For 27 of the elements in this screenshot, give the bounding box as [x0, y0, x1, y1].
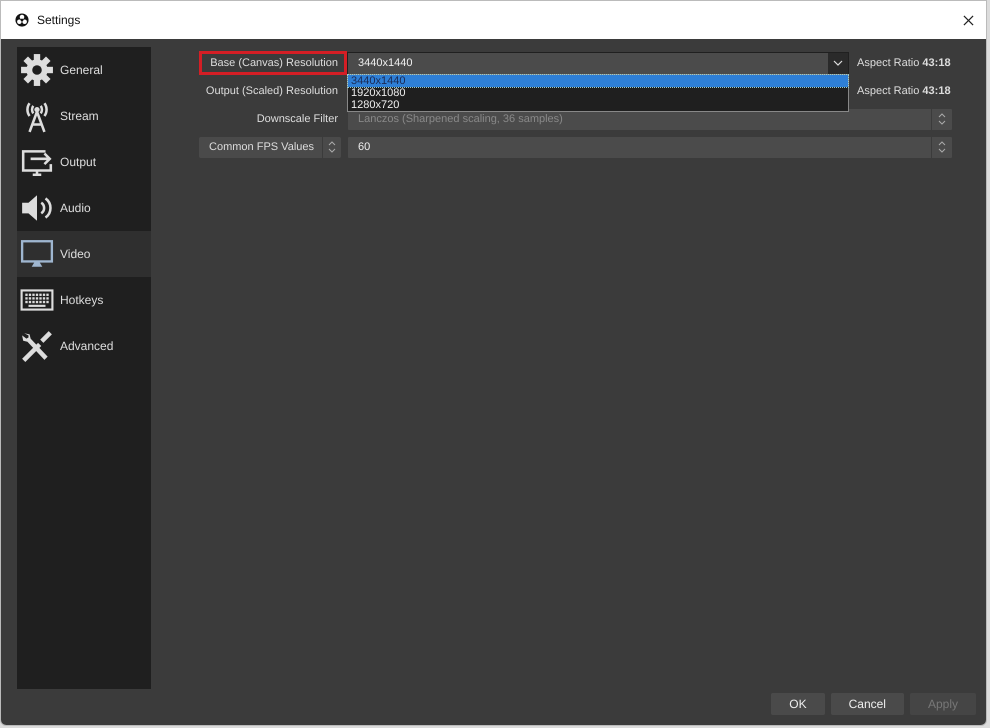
spinner-icon: [938, 140, 946, 154]
sidebar-item[interactable]: Output: [17, 139, 151, 185]
field-label: Base (Canvas) Resolution: [199, 51, 347, 75]
window-title: Settings: [37, 13, 82, 27]
aspect-ratio-text: Aspect Ratio 43:18: [856, 57, 951, 69]
tools-icon: [20, 329, 54, 363]
sidebar-item[interactable]: Stream: [17, 93, 151, 139]
spinner-icon: [328, 140, 336, 154]
sidebar-item[interactable]: Audio: [17, 185, 151, 231]
sidebar-item[interactable]: General: [17, 47, 151, 93]
spinner-icon: [938, 112, 946, 126]
app-logo-icon: [15, 13, 29, 27]
value-combo[interactable]: 60: [347, 136, 953, 158]
chevron-down-icon: [833, 60, 843, 66]
aspect-ratio-text: Aspect Ratio 43:18: [856, 85, 951, 97]
dialog-button[interactable]: OK: [771, 693, 825, 715]
close-icon[interactable]: [963, 14, 974, 26]
field-label: Output (Scaled) Resolution: [204, 84, 339, 99]
resolution-combo[interactable]: 3440x1440: [347, 52, 849, 74]
dialog-button[interactable]: Cancel: [830, 693, 904, 715]
fps-type-selector[interactable]: Common FPS Values: [199, 136, 341, 158]
gear-icon: [20, 53, 54, 87]
field-label: Downscale Filter: [256, 112, 339, 127]
dropdown-option[interactable]: 1920x1080: [348, 87, 848, 99]
sidebar-item[interactable]: Video: [17, 231, 151, 277]
sidebar-item[interactable]: Advanced: [17, 323, 151, 369]
sidebar-item[interactable]: Hotkeys: [17, 277, 151, 323]
